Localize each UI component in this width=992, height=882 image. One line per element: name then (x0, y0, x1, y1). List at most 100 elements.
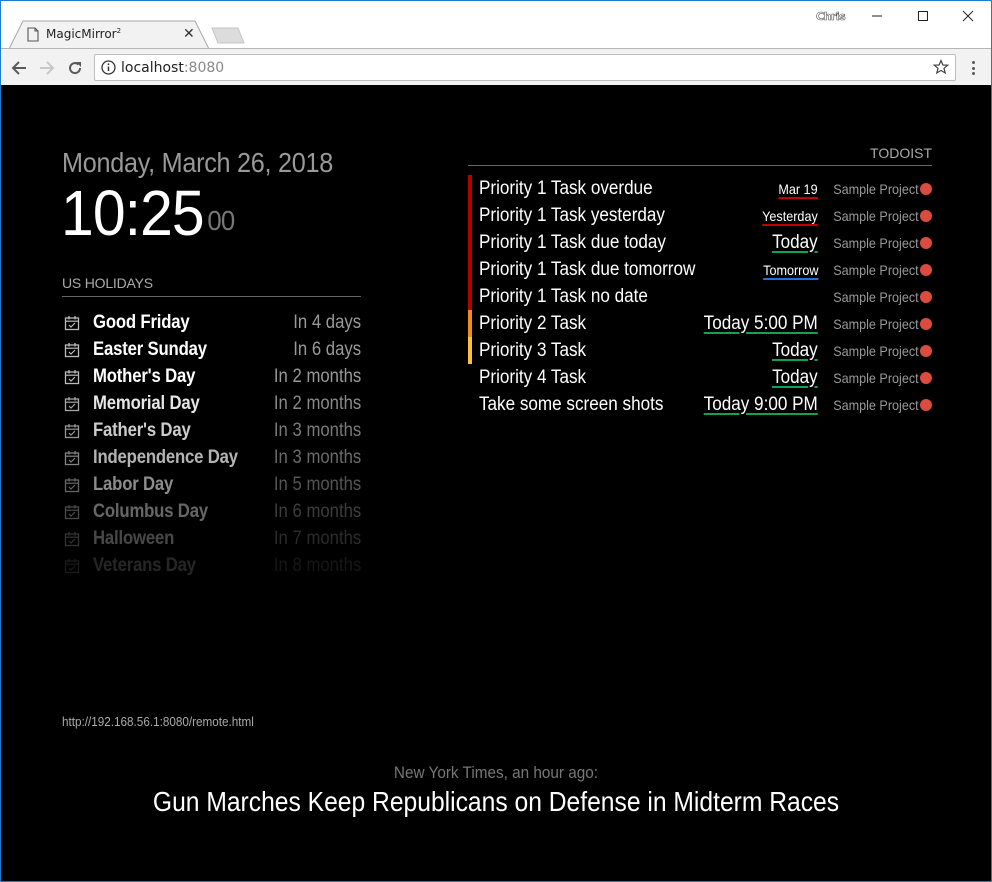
todo-item: Priority 1 Task yesterday Yesterday Sample… (468, 202, 932, 229)
calendar-check-icon (64, 315, 80, 330)
todo-project: Sample Project (833, 180, 919, 197)
holiday-name: Father's Day (93, 419, 191, 441)
project-color-dot-icon (920, 263, 932, 276)
address-bar[interactable]: localhost:8080 (94, 54, 956, 81)
todo-project: Sample Project (833, 288, 919, 305)
todo-project: Sample Project (833, 396, 919, 413)
reload-button[interactable] (64, 57, 86, 79)
todo-title: Priority 4 Task (479, 366, 587, 388)
calendar-check-icon (64, 531, 80, 546)
maximize-button[interactable] (900, 1, 946, 31)
project-color-dot-icon (920, 290, 932, 303)
todo-title: Priority 1 Task overdue (479, 177, 653, 199)
close-window-button[interactable] (945, 1, 991, 31)
project-color-dot-icon (920, 398, 932, 411)
new-tab-button[interactable] (211, 27, 245, 44)
holiday-when: In 7 months (273, 527, 361, 549)
holiday-row: Independence Day In 3 months (62, 444, 361, 471)
tab-title-sup: 2 (116, 27, 122, 35)
holiday-row: Halloween In 7 months (62, 525, 361, 552)
arrow-left-icon (11, 61, 26, 75)
title-bar: MagicMirror2 ✕ Chris (1, 1, 991, 49)
calendar-check-icon (64, 342, 80, 357)
project-color-dot-icon (920, 236, 932, 249)
news-headline: Gun Marches Keep Republicans on Defense … (152, 786, 840, 817)
tab-close-button[interactable]: ✕ (183, 26, 195, 42)
priority-indicator (468, 229, 472, 256)
menu-button[interactable] (965, 58, 981, 78)
calendar-check-icon (64, 558, 80, 573)
clock-date: Monday, March 26, 2018 (62, 147, 333, 178)
holiday-row: Mother's Day In 2 months (62, 363, 361, 390)
calendar-check-icon (64, 477, 80, 492)
todo-due-date: Today (772, 231, 818, 253)
holiday-row: Columbus Day In 6 months (62, 498, 361, 525)
todo-project: Sample Project (833, 207, 919, 224)
holidays-list: Good Friday In 4 days Easter Sunday In 6 da… (62, 309, 361, 579)
todo-item: Priority 2 Task Today 5:00 PM Sample Proje… (468, 310, 932, 337)
todo-due-date: Today (772, 339, 818, 361)
holiday-name: Easter Sunday (93, 338, 207, 360)
todo-due-date: Tomorrow (762, 261, 818, 278)
holiday-row: Labor Day In 5 months (62, 471, 361, 498)
priority-indicator (468, 391, 472, 418)
tab-title[interactable]: MagicMirror2 (46, 27, 121, 41)
profile-name[interactable]: Chris (816, 10, 846, 24)
bookmark-star-icon[interactable] (933, 59, 949, 75)
tab-title-text: MagicMirror (46, 27, 117, 41)
minimize-button[interactable] (854, 1, 900, 31)
todo-item: Priority 1 Task no date Sample Project (468, 283, 932, 310)
calendar-check-icon (64, 396, 80, 411)
todo-project: Sample Project (833, 261, 919, 278)
priority-indicator (468, 175, 472, 202)
priority-indicator (468, 256, 472, 283)
todo-list: Priority 1 Task overdue Mar 19 Sample Proj… (468, 175, 932, 418)
project-color-dot-icon (920, 317, 932, 330)
holiday-name: Veterans Day (93, 554, 196, 576)
calendar-check-icon (64, 423, 80, 438)
todo-due-date: Today 9:00 PM (703, 393, 818, 415)
todo-title: Priority 3 Task (479, 339, 587, 361)
browser-window: MagicMirror2 ✕ Chris localhost:8080 Mond… (0, 0, 992, 882)
todo-title: Take some screen shots (479, 393, 664, 415)
priority-indicator (468, 337, 472, 364)
todo-due-date: Today (772, 366, 818, 388)
minimize-icon (872, 15, 882, 17)
holiday-row: Memorial Day In 2 months (62, 390, 361, 417)
newsfeed-module: New York Times, an hour ago: Gun Marches… (1, 763, 991, 818)
info-icon[interactable] (101, 60, 116, 75)
todo-project: Sample Project (833, 315, 919, 332)
url-text[interactable]: localhost:8080 (121, 60, 224, 76)
menu-dot-icon (971, 66, 975, 70)
calendar-check-icon (64, 369, 80, 384)
todo-project: Sample Project (833, 369, 919, 386)
holiday-name: Columbus Day (93, 500, 208, 522)
menu-dot-icon (971, 61, 975, 64)
news-source: New York Times, an hour ago: (393, 763, 599, 782)
holiday-when: In 3 months (273, 446, 361, 468)
todo-title: Priority 1 Task due today (479, 231, 666, 253)
holiday-name: Mother's Day (93, 365, 196, 387)
todo-title: Priority 2 Task (479, 312, 587, 334)
holiday-name: Good Friday (93, 311, 190, 333)
todo-title: Priority 1 Task no date (479, 285, 648, 307)
holiday-name: Halloween (93, 527, 175, 549)
holiday-name: Memorial Day (93, 392, 200, 414)
holiday-row: Veterans Day In 8 months (62, 552, 361, 579)
back-button[interactable] (8, 57, 30, 79)
browser-toolbar: localhost:8080 (1, 48, 991, 85)
holiday-row: Easter Sunday In 6 days (62, 336, 361, 363)
close-icon (962, 10, 974, 22)
project-color-dot-icon (920, 209, 932, 222)
remote-url: http://192.168.56.1:8080/remote.html (62, 714, 254, 729)
holiday-row: Father's Day In 3 months (62, 417, 361, 444)
todo-item: Priority 4 Task Today Sample Project (468, 364, 932, 391)
todo-item: Priority 1 Task due today Today Sample Pro… (468, 229, 932, 256)
todo-item: Priority 1 Task due tomorrow Tomorrow Samp… (468, 256, 932, 283)
holiday-name: Labor Day (93, 473, 174, 495)
forward-button[interactable] (36, 57, 58, 79)
project-color-dot-icon (920, 344, 932, 357)
holiday-when: In 2 months (273, 392, 361, 414)
clock-hours-minutes: 10:25 (61, 177, 205, 249)
priority-indicator (468, 202, 472, 229)
